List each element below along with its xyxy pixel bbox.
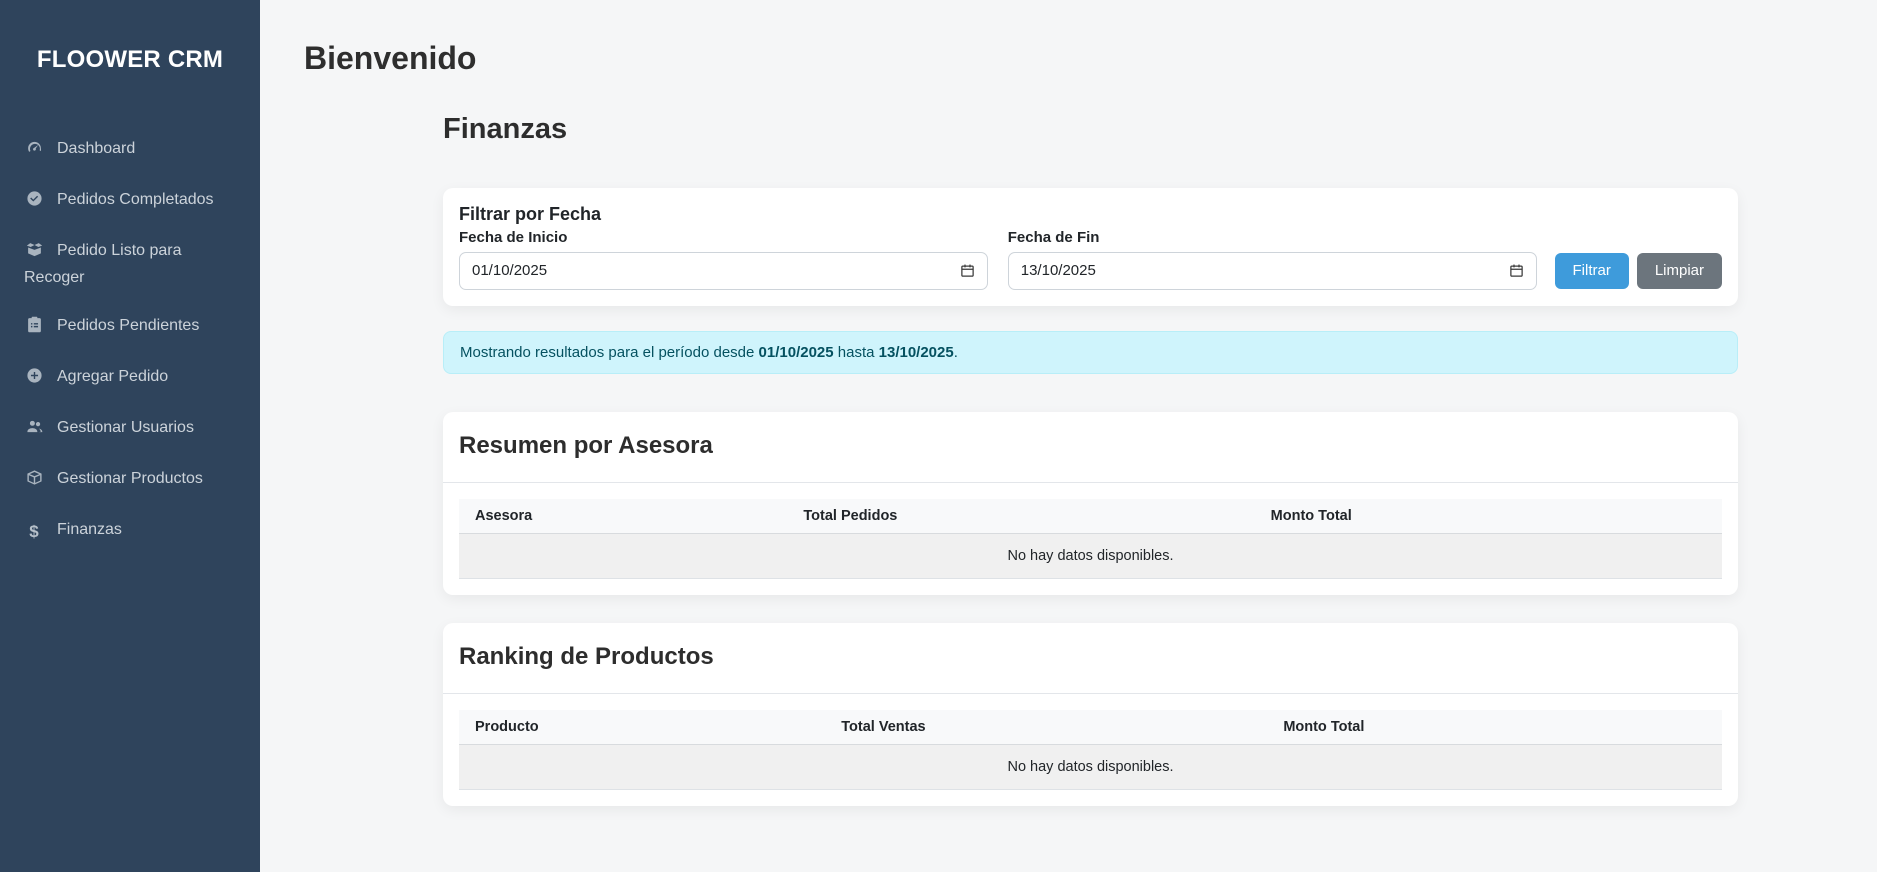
section-title: Finanzas [443,113,1738,146]
summary-card: Resumen por Asesora Asesora Total Pedido… [443,412,1738,595]
sidebar: FLOOWER CRM Dashboard Pedidos Completado… [0,0,260,872]
end-date-input[interactable]: 13/10/2025 [1008,252,1537,290]
summary-col-monto-total: Monto Total [1255,499,1722,534]
summary-col-asesora: Asesora [459,499,787,534]
ranking-card-title: Ranking de Productos [459,643,1722,671]
dollar-icon: $ [24,520,44,544]
sidebar-item-gestionar-productos[interactable]: Gestionar Productos [0,455,260,506]
page-title: Bienvenido [304,40,1877,77]
clipboard-icon [24,316,44,341]
alert-end-date: 13/10/2025 [879,344,954,361]
finanzas-section: Finanzas Filtrar por Fecha Fecha de Inic… [443,113,1738,846]
filter-title: Filtrar por Fecha [459,204,1722,225]
sidebar-item-pedidos-pendientes[interactable]: Pedidos Pendientes [0,302,260,353]
sidebar-item-dashboard[interactable]: Dashboard [0,125,260,176]
clear-button[interactable]: Limpiar [1637,253,1722,289]
start-date-label: Fecha de Inicio [459,229,988,246]
sidebar-item-pedidos-completados[interactable]: Pedidos Completados [0,176,260,227]
sidebar-nav: Dashboard Pedidos Completados Pedido Lis… [0,125,260,556]
sidebar-item-label: Pedido Listo para Recoger [24,242,182,286]
summary-card-title: Resumen por Asesora [459,432,1722,460]
end-date-value: 13/10/2025 [1021,262,1096,279]
ranking-col-monto-total: Monto Total [1267,710,1722,745]
filter-button[interactable]: Filtrar [1555,253,1629,289]
ranking-col-producto: Producto [459,710,825,745]
check-circle-icon [24,190,44,215]
ranking-card: Ranking de Productos Producto Total Vent… [443,623,1738,806]
end-date-label: Fecha de Fin [1008,229,1537,246]
alert-text: Mostrando resultados para el período des… [460,344,759,361]
summary-col-total-pedidos: Total Pedidos [787,499,1254,534]
gauge-icon [24,139,44,164]
date-filter-card: Filtrar por Fecha Fecha de Inicio 01/10/… [443,188,1738,306]
summary-empty-message: No hay datos disponibles. [459,533,1722,578]
sidebar-item-agregar-pedido[interactable]: Agregar Pedido [0,353,260,404]
start-date-input[interactable]: 01/10/2025 [459,252,988,290]
sidebar-item-label: Gestionar Productos [57,470,203,487]
sidebar-item-finanzas[interactable]: $ Finanzas [0,506,260,556]
alert-text: hasta [834,344,879,361]
sidebar-item-pedido-listo[interactable]: Pedido Listo para Recoger [0,227,260,302]
results-alert: Mostrando resultados para el período des… [443,331,1738,374]
table-row: No hay datos disponibles. [459,744,1722,789]
ranking-col-total-ventas: Total Ventas [825,710,1267,745]
summary-table: Asesora Total Pedidos Monto Total No hay… [459,499,1722,579]
alert-start-date: 01/10/2025 [759,344,834,361]
alert-text: . [954,344,958,361]
plus-circle-icon [24,367,44,392]
ranking-empty-message: No hay datos disponibles. [459,744,1722,789]
users-icon [24,418,44,443]
sidebar-item-label: Finanzas [57,521,122,538]
sidebar-item-label: Pedidos Pendientes [57,317,199,334]
box-open-icon [24,241,44,266]
app-logo: FLOOWER CRM [0,46,260,75]
sidebar-item-label: Dashboard [57,140,135,157]
sidebar-item-gestionar-usuarios[interactable]: Gestionar Usuarios [0,404,260,455]
calendar-icon[interactable] [1509,263,1524,278]
table-row: No hay datos disponibles. [459,533,1722,578]
ranking-table: Producto Total Ventas Monto Total No hay… [459,710,1722,790]
sidebar-item-label: Gestionar Usuarios [57,419,194,436]
calendar-icon[interactable] [960,263,975,278]
sidebar-item-label: Pedidos Completados [57,191,214,208]
start-date-value: 01/10/2025 [472,262,547,279]
box-icon [24,469,44,494]
main-content: Bienvenido Finanzas Filtrar por Fecha Fe… [260,0,1877,846]
sidebar-item-label: Agregar Pedido [57,368,168,385]
